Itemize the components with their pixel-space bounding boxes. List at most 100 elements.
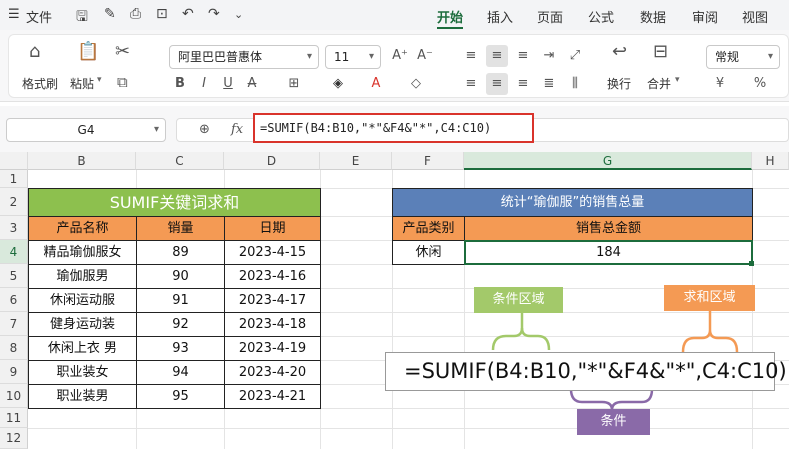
font-color-icon[interactable]: A: [365, 73, 387, 95]
table-cell[interactable]: 健身运动装: [28, 312, 137, 337]
table-cell[interactable]: 精品瑜伽服女: [28, 240, 137, 265]
header-product-name[interactable]: 产品名称: [28, 216, 137, 241]
fx-icon[interactable]: fx: [231, 122, 243, 137]
table-cell[interactable]: 93: [136, 336, 225, 361]
row-header-3[interactable]: 3: [0, 216, 28, 240]
eraser-icon[interactable]: ◇: [405, 73, 427, 95]
indent-icon[interactable]: ⇥: [538, 45, 560, 67]
merge-chevron-icon[interactable]: ▾: [675, 75, 680, 85]
name-box[interactable]: G4 ▾: [6, 118, 166, 142]
tab-formula[interactable]: 公式: [588, 7, 614, 26]
column-header-e[interactable]: E: [320, 152, 392, 170]
wrap-text-icon[interactable]: ↩: [612, 41, 627, 62]
align-top-icon[interactable]: ≡: [460, 45, 482, 67]
bold-icon[interactable]: B: [169, 73, 191, 95]
merge-icon[interactable]: ⊟: [653, 41, 668, 62]
currency-icon[interactable]: ¥: [709, 73, 731, 95]
row-header-4[interactable]: 4: [0, 240, 28, 264]
row-header-5[interactable]: 5: [0, 264, 28, 288]
column-header-c[interactable]: C: [136, 152, 224, 170]
table-cell[interactable]: 职业装女: [28, 360, 137, 385]
table-cell[interactable]: 2023-4-20: [224, 360, 321, 385]
copy-icon[interactable]: ⧉: [117, 73, 128, 91]
header-total-amount[interactable]: 销售总金额: [464, 216, 753, 241]
hamburger-icon[interactable]: ☰: [8, 7, 20, 22]
align-left-icon[interactable]: ≡: [460, 73, 482, 95]
format-painter-label[interactable]: 格式刷: [22, 75, 58, 92]
table-cell[interactable]: 2023-4-18: [224, 312, 321, 337]
row-header-8[interactable]: 8: [0, 336, 28, 360]
tab-review[interactable]: 审阅: [692, 7, 718, 26]
row-header-10[interactable]: 10: [0, 384, 28, 408]
table-cell[interactable]: 2023-4-19: [224, 336, 321, 361]
tab-view[interactable]: 视图: [742, 7, 768, 26]
print-icon[interactable]: ⎙: [130, 6, 141, 22]
header-category[interactable]: 产品类别: [392, 216, 465, 241]
font-name-select[interactable]: 阿里巴巴普惠体 ▾: [169, 45, 319, 69]
undo-icon[interactable]: ↶: [182, 6, 194, 22]
table-cell[interactable]: 94: [136, 360, 225, 385]
table-cell[interactable]: 2023-4-16: [224, 264, 321, 289]
preview-icon[interactable]: ⊡: [156, 6, 168, 22]
italic-icon[interactable]: I: [193, 73, 215, 95]
border-icon[interactable]: ⊞: [283, 73, 305, 95]
number-format-select[interactable]: 常规 ▾: [706, 45, 780, 69]
table-cell[interactable]: 90: [136, 264, 225, 289]
format-painter-icon[interactable]: ⌂: [29, 41, 40, 62]
fill-color-icon[interactable]: ◈: [327, 73, 349, 95]
underline-icon[interactable]: U: [217, 73, 239, 95]
tab-home[interactable]: 开始: [437, 7, 463, 26]
percent-icon[interactable]: %: [749, 73, 771, 95]
row-header-6[interactable]: 6: [0, 288, 28, 312]
align-right-icon[interactable]: ≡: [512, 73, 534, 95]
table-cell[interactable]: 2023-4-17: [224, 288, 321, 313]
justify-icon[interactable]: ≣: [538, 73, 560, 95]
header-date[interactable]: 日期: [224, 216, 321, 241]
pen-icon[interactable]: ✎: [104, 6, 116, 22]
cut-icon[interactable]: ✂: [115, 41, 130, 62]
merge-label[interactable]: 合并: [647, 75, 671, 92]
column-header-h[interactable]: H: [752, 152, 789, 170]
align-bottom-icon[interactable]: ≡: [512, 45, 534, 67]
column-header-g[interactable]: G: [464, 152, 752, 170]
table-cell[interactable]: 95: [136, 384, 225, 409]
fill-handle[interactable]: [749, 261, 754, 266]
column-header-f[interactable]: F: [392, 152, 464, 170]
save-icon[interactable]: 🖫: [76, 6, 88, 30]
paste-label[interactable]: 粘贴: [70, 75, 94, 92]
row-header-1[interactable]: 1: [0, 170, 28, 188]
table-cell[interactable]: 91: [136, 288, 225, 313]
table-cell[interactable]: 92: [136, 312, 225, 337]
distribute-icon[interactable]: ⫼: [564, 73, 586, 95]
right-table-title[interactable]: 统计“瑜伽服”的销售总量: [392, 188, 753, 217]
formula-input[interactable]: =SUMIF(B4:B10,"*"&F4&"*",C4:C10): [253, 113, 534, 143]
category-cell-f4[interactable]: 休闲: [392, 240, 465, 265]
row-header-9[interactable]: 9: [0, 360, 28, 384]
file-menu[interactable]: 文件: [26, 7, 52, 26]
table-cell[interactable]: 2023-4-15: [224, 240, 321, 265]
table-cell[interactable]: 瑜伽服男: [28, 264, 137, 289]
row-header-7[interactable]: 7: [0, 312, 28, 336]
paste-chevron-icon[interactable]: ▾: [97, 75, 102, 85]
table-cell[interactable]: 89: [136, 240, 225, 265]
orientation-icon[interactable]: ⤢: [564, 45, 586, 67]
tab-insert[interactable]: 插入: [487, 7, 513, 26]
table-cell[interactable]: 休闲运动服: [28, 288, 137, 313]
tab-data[interactable]: 数据: [640, 7, 666, 26]
paste-icon[interactable]: 📋: [77, 41, 99, 62]
font-size-select[interactable]: 11 ▾: [325, 45, 381, 69]
row-header-12[interactable]: 12: [0, 428, 28, 449]
table-cell[interactable]: 职业装男: [28, 384, 137, 409]
redo-icon[interactable]: ↷: [208, 6, 220, 22]
select-all-corner[interactable]: [0, 152, 28, 170]
row-header-2[interactable]: 2: [0, 188, 28, 216]
result-cell-g4[interactable]: 184: [464, 240, 753, 265]
increase-font-icon[interactable]: A⁺: [389, 45, 411, 67]
column-header-d[interactable]: D: [224, 152, 320, 170]
row-header-11[interactable]: 11: [0, 408, 28, 428]
header-sales[interactable]: 销量: [136, 216, 225, 241]
table-cell[interactable]: 休闲上衣 男: [28, 336, 137, 361]
decrease-font-icon[interactable]: A⁻: [414, 45, 436, 67]
align-center-icon[interactable]: ≡: [486, 73, 508, 95]
table-cell[interactable]: 2023-4-21: [224, 384, 321, 409]
